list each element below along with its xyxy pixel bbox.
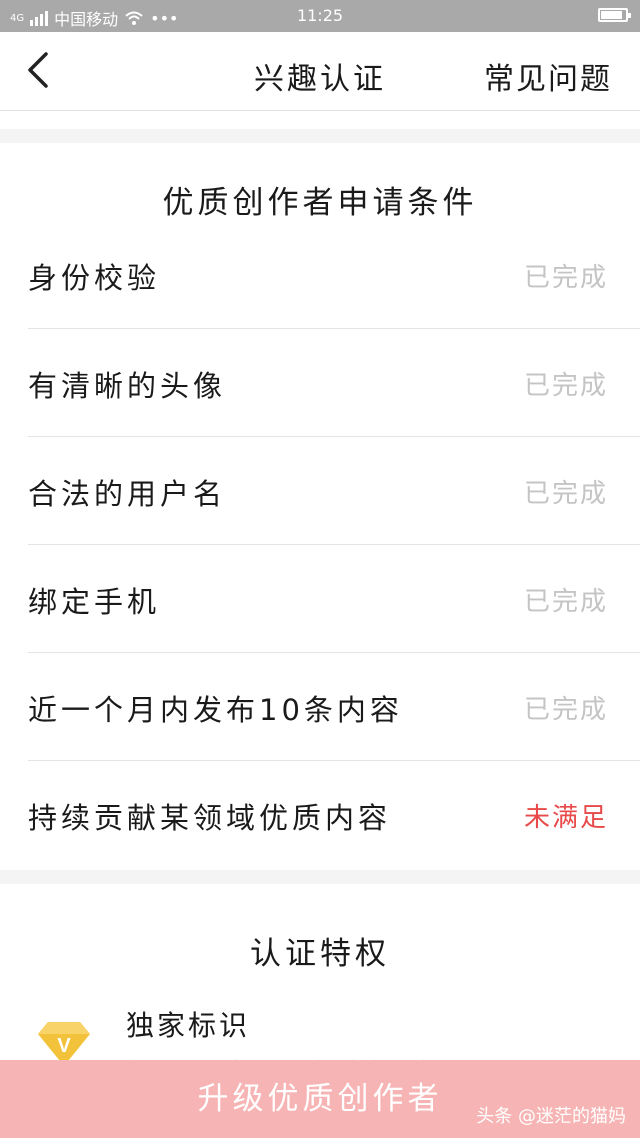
privilege-title: 独家标识	[126, 1009, 251, 1042]
conditions-card: 优质创作者申请条件 身份校验 已完成 有清晰的头像 已完成 合法的用户名 已完成…	[0, 143, 640, 870]
condition-row-identity: 身份校验 已完成	[28, 221, 640, 329]
faq-link[interactable]: 常见问题	[484, 54, 612, 98]
condition-label: 有清晰的头像	[28, 369, 227, 403]
condition-row-avatar: 有清晰的头像 已完成	[28, 329, 640, 437]
condition-label: 绑定手机	[28, 585, 161, 619]
condition-status: 已完成	[523, 371, 608, 401]
svg-text:V: V	[57, 1035, 71, 1057]
header-strip	[0, 111, 640, 129]
condition-status-unmet: 未满足	[523, 803, 608, 833]
condition-status: 已完成	[523, 479, 608, 509]
condition-status: 已完成	[523, 587, 608, 617]
condition-status: 已完成	[523, 695, 608, 725]
privileges-title: 认证特权	[250, 936, 390, 972]
conditions-title: 优质创作者申请条件	[162, 185, 478, 221]
battery-level	[601, 11, 623, 19]
status-time: 11:25	[296, 6, 344, 25]
condition-row-posts: 近一个月内发布10条内容 已完成	[28, 653, 640, 761]
condition-row-phone: 绑定手机 已完成	[28, 545, 640, 653]
condition-label: 近一个月内发布10条内容	[28, 693, 403, 727]
header: 兴趣认证 常见问题	[0, 32, 640, 111]
condition-label: 合法的用户名	[28, 477, 227, 511]
battery-icon	[598, 8, 631, 22]
watermark: 头条 @迷茫的猫妈	[476, 1106, 626, 1127]
condition-row-quality: 持续贡献某领域优质内容 未满足	[28, 761, 640, 869]
status-bar: 4G 中国移动 ••• 11:25	[0, 0, 640, 32]
condition-status: 已完成	[523, 263, 608, 293]
condition-row-username: 合法的用户名 已完成	[28, 437, 640, 545]
condition-label: 身份校验	[28, 261, 161, 295]
condition-label: 持续贡献某领域优质内容	[28, 801, 392, 835]
